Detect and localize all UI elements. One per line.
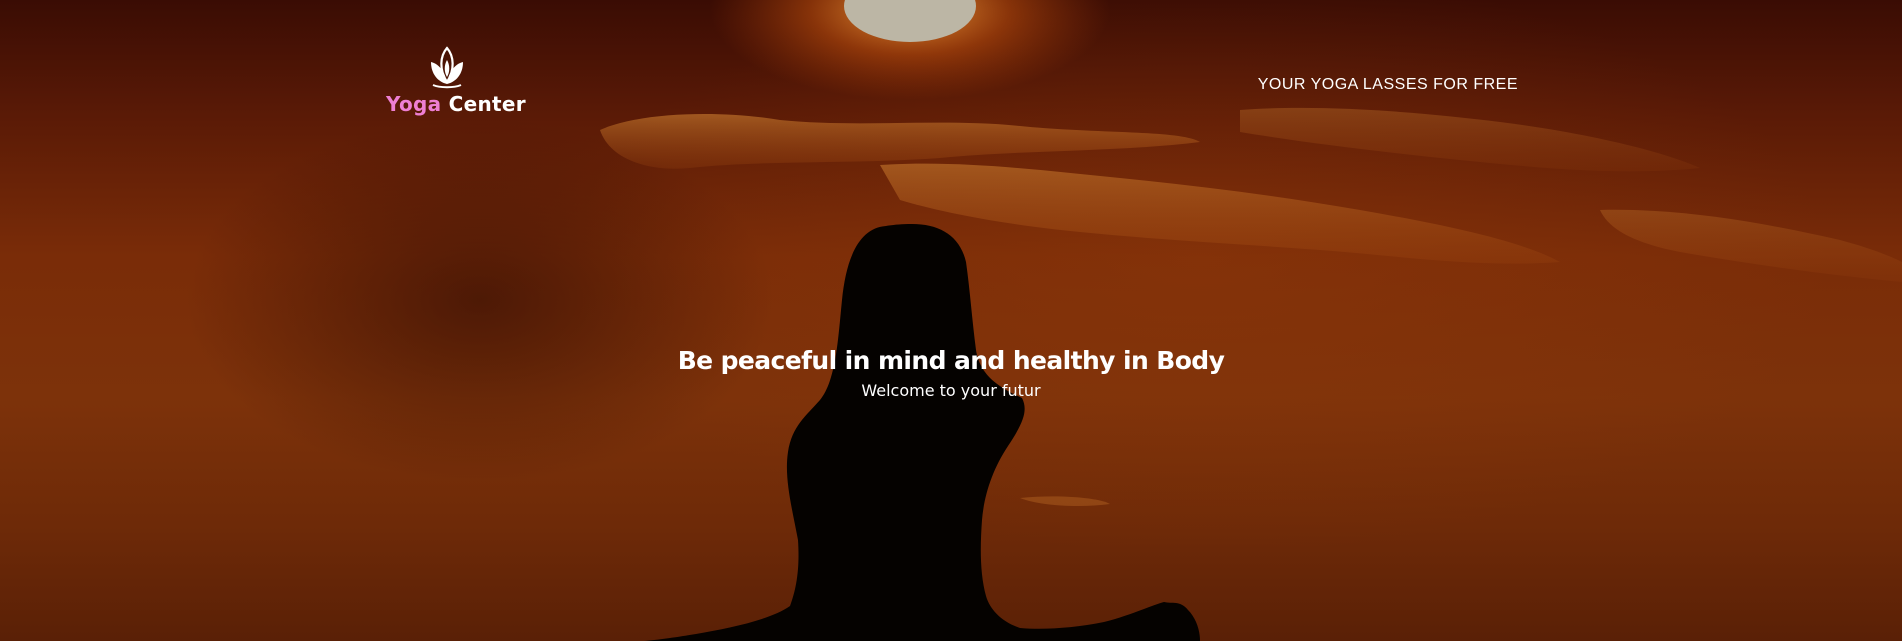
site-header: Yoga Center YOUR YOGA LASSES FOR FREE	[0, 0, 1902, 130]
cloud-shape	[1020, 496, 1110, 506]
hero-text-block: Be peaceful in mind and healthy in Body …	[0, 346, 1902, 400]
cloud-shape	[1600, 209, 1902, 282]
logo-wordmark: Yoga Center	[386, 92, 526, 116]
lotus-icon	[431, 46, 463, 89]
hero-subtitle: Welcome to your futur	[861, 381, 1041, 400]
nav-free-classes-link[interactable]: YOUR YOGA LASSES FOR FREE	[1258, 76, 1518, 94]
logo-link[interactable]: Yoga Center	[386, 46, 526, 120]
logo-word-yoga: Yoga	[386, 92, 442, 116]
cloud-shape	[880, 163, 1560, 264]
logo-word-center: Center	[448, 92, 526, 116]
meditation-silhouette	[644, 224, 1200, 641]
hero-title: Be peaceful in mind and healthy in Body	[677, 346, 1225, 375]
hero-section: Yoga Center YOUR YOGA LASSES FOR FREE Be…	[0, 0, 1902, 641]
